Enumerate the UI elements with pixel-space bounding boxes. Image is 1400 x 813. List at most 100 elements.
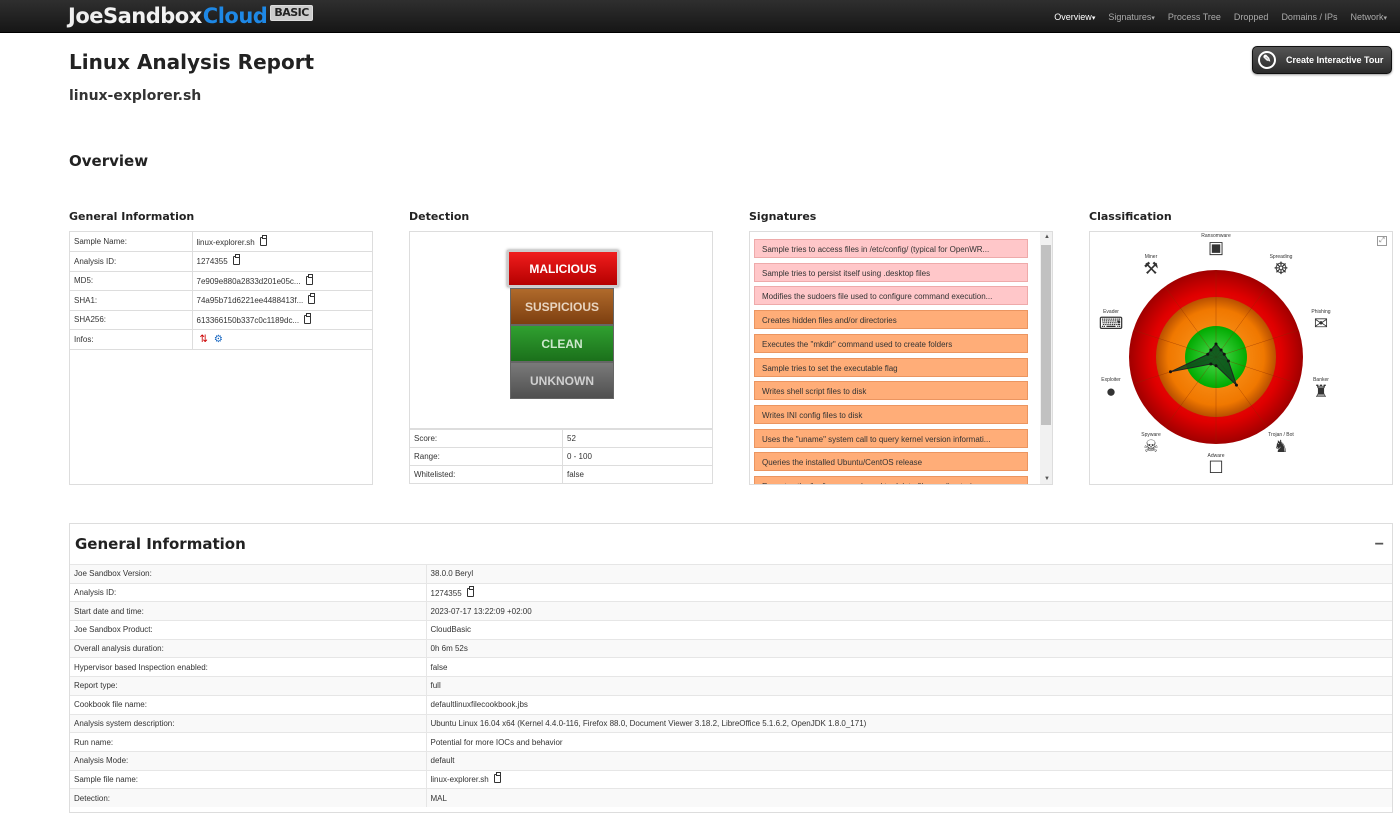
signature-item[interactable]: Executes the "mkdir" command used to cre… xyxy=(754,333,1028,353)
general-information-row: Hypervisor based Inspection enabled: fals… xyxy=(70,657,1392,677)
nav-process-tree[interactable]: Process Tree xyxy=(1168,12,1221,22)
miner-icon: ⚒ xyxy=(1143,259,1159,278)
general-information-value-text[interactable]: 1274355 xyxy=(431,589,462,598)
general-info-value: 613366150b337c0c1189dc... xyxy=(192,310,372,330)
clipboard-icon[interactable] xyxy=(466,585,474,597)
general-information-value-text[interactable]: 2023-07-17 13:22:09 +02:00 xyxy=(431,607,532,616)
signature-item[interactable]: Writes INI config files to disk xyxy=(754,404,1028,424)
nav-domains-ips[interactable]: Domains / IPs xyxy=(1281,12,1337,22)
general-information-value: false xyxy=(426,657,1392,677)
signature-item[interactable]: Sample tries to access files in /etc/con… xyxy=(754,239,1028,258)
general-information-value-text[interactable]: false xyxy=(431,663,448,672)
general-information-value-text[interactable]: Potential for more IOCs and behavior xyxy=(431,738,563,747)
clipboard-icon[interactable] xyxy=(493,772,501,784)
general-info-value-text[interactable]: 7e909e880a2833d201e05c... xyxy=(197,277,301,286)
tour-button-label: Create Interactive Tour xyxy=(1286,55,1384,65)
general-information-value: 2023-07-17 13:22:09 +02:00 xyxy=(426,601,1392,621)
logo-tier-badge: BASIC xyxy=(270,5,313,21)
general-information-value: MAL xyxy=(426,788,1392,808)
collapse-button[interactable]: − xyxy=(1375,536,1384,554)
general-information-table: Joe Sandbox Version: 38.0.0 Beryl Analysis… xyxy=(70,564,1392,808)
radar-point xyxy=(1206,352,1210,356)
general-info-row: Infos: ⇅ ⚙ xyxy=(70,329,372,350)
signatures-scrollbar[interactable]: ▲ ▼ xyxy=(1040,232,1052,484)
clipboard-icon[interactable] xyxy=(232,254,240,266)
general-information-key: Run name: xyxy=(70,732,427,752)
page-title: Linux Analysis Report xyxy=(69,50,315,74)
scroll-up-icon[interactable]: ▲ xyxy=(1044,234,1050,240)
general-information-value-text[interactable]: MAL xyxy=(431,794,447,803)
general-information-key: Sample file name: xyxy=(70,769,427,789)
banker-icon: ♜ xyxy=(1313,382,1329,401)
general-information-row: Analysis Mode: default xyxy=(70,750,1392,771)
overview-heading: Overview xyxy=(69,152,149,170)
sort-arrows-icon[interactable]: ⇅ xyxy=(200,334,208,345)
settings-cluster-icon[interactable]: ⚙ xyxy=(214,334,223,345)
evader-icon: ⌨ xyxy=(1098,314,1124,333)
nav-signatures[interactable]: Signatures▾ xyxy=(1108,12,1155,22)
general-information-key: Hypervisor based Inspection enabled: xyxy=(70,657,427,677)
caret-down-icon: ▾ xyxy=(1091,14,1096,22)
detection-row: Range: 0 - 100 xyxy=(409,447,713,466)
caret-down-icon: ▾ xyxy=(1383,14,1387,22)
clipboard-icon[interactable] xyxy=(259,234,267,246)
general-info-value-text[interactable]: 613366150b337c0c1189dc... xyxy=(197,316,300,325)
signature-item[interactable]: Sample tries to set the executable flag xyxy=(754,357,1028,377)
radar-point xyxy=(1219,348,1223,352)
general-information-value-text[interactable]: defaultlinuxfilecookbook.jbs xyxy=(431,700,528,709)
classification-ransomware: Ransomware ▣ xyxy=(1196,233,1236,257)
general-information-row: Start date and time: 2023-07-17 13:22:09 … xyxy=(70,601,1392,621)
signature-item[interactable]: Writes shell script files to disk xyxy=(754,381,1028,401)
logo-oe: oe xyxy=(75,4,103,28)
detection-score-table: Score: 52 Range: 0 - 100 Whitelisted: false xyxy=(409,429,713,484)
nav-network[interactable]: Network▾ xyxy=(1350,12,1387,22)
detection-row: Score: 52 xyxy=(409,429,713,448)
general-information-value-text[interactable]: 0h 6m 52s xyxy=(431,644,468,653)
general-information-value-text[interactable]: CloudBasic xyxy=(431,625,471,634)
clipboard-icon[interactable] xyxy=(305,273,313,285)
general-information-value-text[interactable]: linux-explorer.sh xyxy=(431,775,489,784)
general-information-value: 1274355 xyxy=(426,582,1392,602)
signature-item[interactable]: Creates hidden files and/or directories xyxy=(754,310,1028,330)
expand-icon[interactable]: ⤢ xyxy=(1377,236,1387,246)
general-information-value: CloudBasic xyxy=(426,620,1392,640)
general-information-row: Sample file name: linux-explorer.sh xyxy=(70,769,1392,789)
general-information-row: Analysis system description: Ubuntu Linux… xyxy=(70,713,1392,733)
general-information-value-text[interactable]: 38.0.0 Beryl xyxy=(431,569,474,578)
general-info-value-text[interactable]: 74a95b71d6221ee4488413f... xyxy=(197,296,304,305)
general-info-value-text[interactable]: 1274355 xyxy=(197,257,228,266)
joe-sandbox-logo[interactable]: Joe Sandbox Cloud BASIC xyxy=(68,3,313,29)
detection-panel: MALICIOUS SUSPICIOUS CLEAN UNKNOWN xyxy=(409,231,713,429)
general-information-panel-title: General Information xyxy=(69,210,195,223)
signature-item[interactable]: Executes the "rm" command used to delete… xyxy=(754,476,1028,484)
general-information-value-text[interactable]: full xyxy=(431,681,441,690)
general-information-value-text[interactable]: Ubuntu Linux 16.04 x64 (Kernel 4.4.0-116… xyxy=(431,719,867,728)
general-info-key: Sample Name: xyxy=(70,232,193,252)
general-info-value-text[interactable]: linux-explorer.sh xyxy=(197,238,255,247)
general-info-row: Sample Name: linux-explorer.sh xyxy=(70,232,372,252)
general-information-value: default xyxy=(426,750,1392,771)
radar-point xyxy=(1234,383,1238,387)
classification-adware: Adware ☐ xyxy=(1196,453,1236,477)
nav-overview[interactable]: Overview▾ xyxy=(1054,12,1095,22)
general-info-value: ⇅ ⚙ xyxy=(192,329,372,350)
signature-item[interactable]: Sample tries to persist itself using .de… xyxy=(754,262,1028,282)
clipboard-icon[interactable] xyxy=(308,293,316,305)
signature-item[interactable]: Modifies the sudoers file used to config… xyxy=(754,286,1028,306)
radar-point xyxy=(1209,348,1213,352)
general-information-section: General Information − Joe Sandbox Versio… xyxy=(69,523,1393,813)
signature-item[interactable]: Uses the "uname" system call to query ke… xyxy=(754,428,1028,448)
scroll-down-icon[interactable]: ▼ xyxy=(1044,476,1050,482)
general-information-value-text[interactable]: default xyxy=(431,756,455,765)
detection-level-unknown: UNKNOWN xyxy=(510,362,614,399)
signature-item[interactable]: Queries the installed Ubuntu/CentOS rele… xyxy=(754,452,1028,472)
nav-dropped[interactable]: Dropped xyxy=(1234,12,1269,22)
clipboard-icon[interactable] xyxy=(304,312,312,324)
radar-point xyxy=(1226,359,1230,363)
detection-value: 52 xyxy=(562,429,713,448)
logo-sandbox: Sandbox xyxy=(103,4,202,28)
scrollbar-thumb[interactable] xyxy=(1041,245,1051,425)
general-info-row: SHA1: 74a95b71d6221ee4488413f... xyxy=(70,290,372,311)
nav-label: Dropped xyxy=(1233,11,1269,22)
create-interactive-tour-button[interactable]: ✎ Create Interactive Tour xyxy=(1252,46,1392,74)
